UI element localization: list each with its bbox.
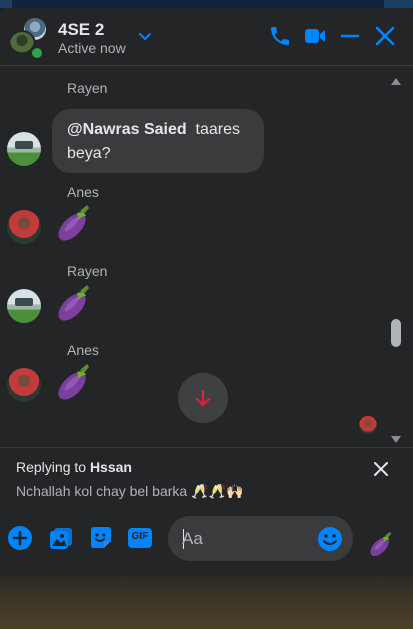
gif-button[interactable]: GIF xyxy=(126,524,154,552)
message-bubble[interactable]: @Nawras Saied taares beya? xyxy=(52,109,264,173)
eggplant-emoji[interactable] xyxy=(52,281,96,325)
message-list: Rayen @Nawras Saied taares beya? Anes Ra… xyxy=(0,66,413,447)
eggplant-quick-reaction-icon[interactable] xyxy=(366,529,396,559)
chat-window: 4SE 2 Active now Rayen @Nawras Saied taa… xyxy=(0,8,413,576)
message-text: taares xyxy=(195,121,241,138)
arrow-down-icon xyxy=(195,389,211,407)
eggplant-emoji[interactable] xyxy=(52,360,96,404)
sender-avatar[interactable] xyxy=(7,210,41,244)
desktop-background xyxy=(0,576,413,629)
message-input-wrapper xyxy=(168,516,353,561)
chat-status: Active now xyxy=(58,40,126,56)
chevron-down-icon[interactable] xyxy=(138,32,152,42)
window-top-strip xyxy=(0,0,413,8)
seen-avatar xyxy=(359,416,377,434)
sender-name: Anes xyxy=(67,184,99,200)
chat-header: 4SE 2 Active now xyxy=(0,8,413,66)
online-indicator xyxy=(30,46,44,60)
reply-title: Replying to Hssan xyxy=(16,459,132,475)
plus-circle-icon[interactable] xyxy=(6,524,34,552)
sender-name: Rayen xyxy=(67,263,108,279)
chat-title[interactable]: 4SE 2 xyxy=(58,20,104,40)
reply-preview: Replying to Hssan Nchallah kol chay bel … xyxy=(0,447,413,511)
group-avatar[interactable] xyxy=(8,16,50,60)
sender-name: Rayen xyxy=(67,80,108,96)
image-icon[interactable] xyxy=(47,524,75,552)
sender-avatar[interactable] xyxy=(7,132,41,166)
scroll-up-arrow[interactable] xyxy=(391,78,401,85)
video-call-icon[interactable] xyxy=(303,24,327,48)
message-input[interactable] xyxy=(182,516,312,561)
phone-icon[interactable] xyxy=(268,24,292,48)
composer: GIF xyxy=(0,511,413,576)
eggplant-emoji[interactable] xyxy=(52,201,96,245)
minimize-icon[interactable] xyxy=(338,24,362,48)
jump-to-latest-button[interactable] xyxy=(178,373,228,423)
message-text-line2: beya? xyxy=(67,145,111,162)
gif-label: GIF xyxy=(131,531,149,542)
close-reply-icon[interactable] xyxy=(372,460,390,478)
mention-link[interactable]: @Nawras Saied xyxy=(67,121,187,138)
sender-name: Anes xyxy=(67,342,99,358)
reply-quoted-text: Nchallah kol chay bel barka 🥂🥂🙌🏻 xyxy=(16,483,244,499)
sticker-icon[interactable] xyxy=(87,524,115,552)
scroll-thumb[interactable] xyxy=(391,319,401,347)
reply-prefix: Replying to xyxy=(16,459,87,475)
reply-recipient: Hssan xyxy=(89,459,132,475)
scrollbar[interactable] xyxy=(386,74,406,455)
scroll-down-arrow[interactable] xyxy=(391,436,401,443)
sender-avatar[interactable] xyxy=(7,289,41,323)
close-icon[interactable] xyxy=(373,24,397,48)
sender-avatar[interactable] xyxy=(7,368,41,402)
emoji-icon[interactable] xyxy=(317,526,343,552)
